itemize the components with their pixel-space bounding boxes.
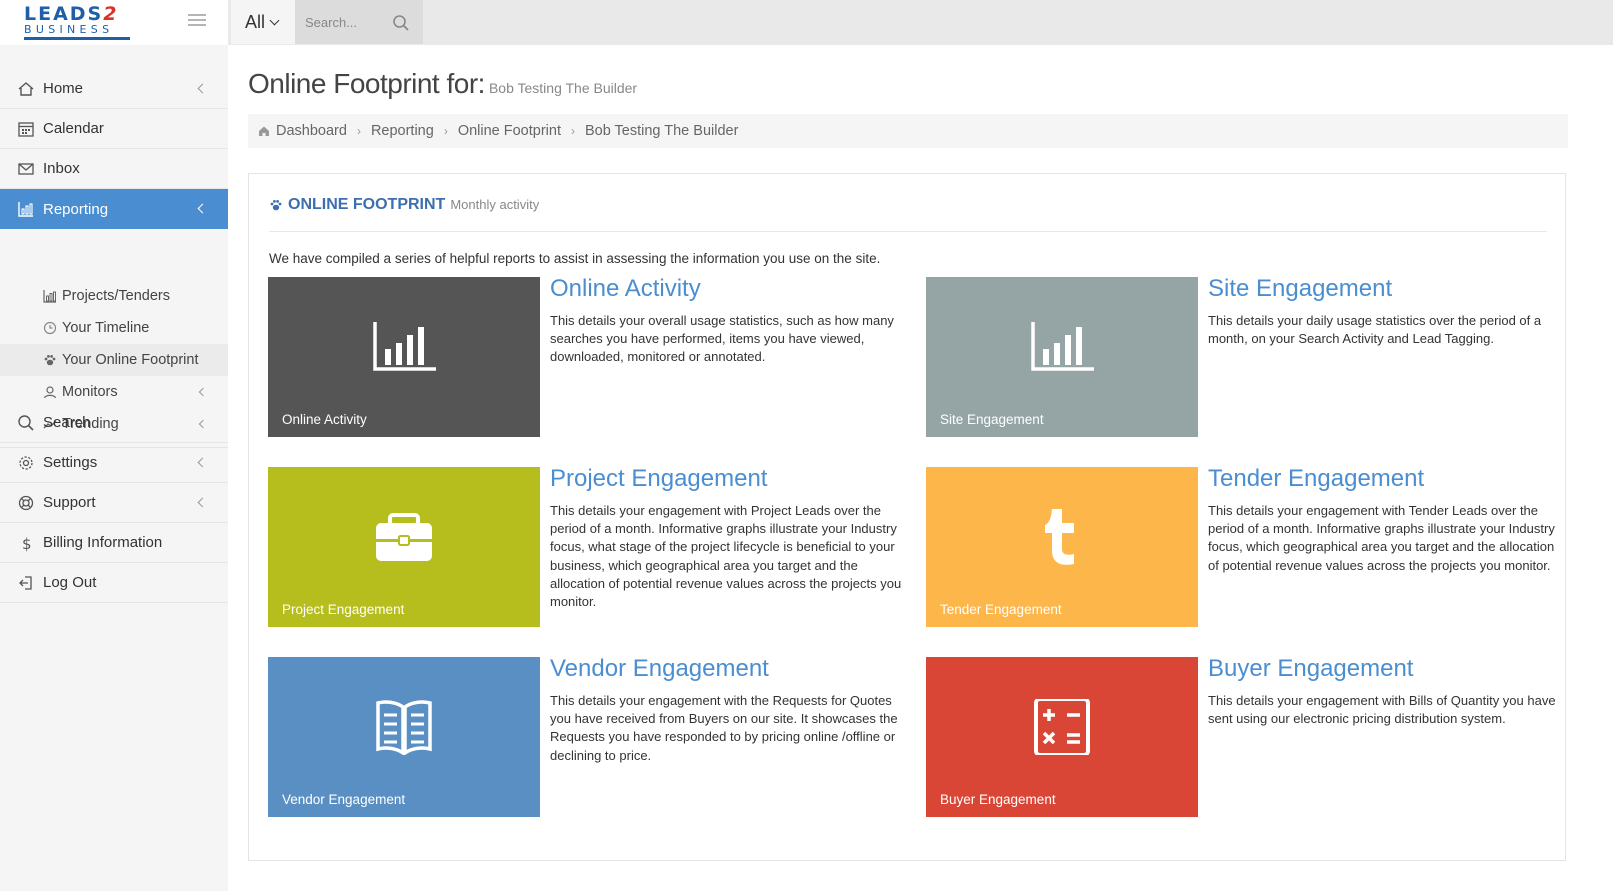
book-icon — [376, 700, 432, 755]
chevron-left-icon — [198, 387, 208, 397]
panel-header: ONLINE FOOTPRINT Monthly activity — [269, 196, 539, 214]
envelope-icon — [18, 162, 34, 175]
card-title-project-engagement[interactable]: Project Engagement — [550, 465, 767, 493]
card-description: This details your daily usage statistics… — [1208, 313, 1542, 347]
tile-label: Vendor Engagement — [282, 792, 406, 807]
bar-chart-icon — [18, 202, 33, 217]
bar-chart-icon — [1031, 322, 1094, 371]
tile-label: Online Activity — [282, 412, 367, 427]
tile-label: Buyer Engagement — [940, 792, 1056, 807]
breadcrumb-separator-icon: › — [356, 124, 361, 138]
sidebar-item-support[interactable]: Support — [0, 483, 228, 523]
breadcrumb-reporting[interactable]: Reporting — [371, 123, 434, 139]
tile-site-engagement[interactable]: Site Engagement — [926, 277, 1198, 437]
card-title-online-activity[interactable]: Online Activity — [550, 275, 701, 303]
top-bar: LEADS2 BUSINESS All — [0, 0, 1613, 45]
search-input[interactable] — [305, 12, 385, 32]
breadcrumb-current: Bob Testing The Builder — [584, 123, 739, 139]
page-subject: Bob Testing The Builder — [488, 80, 638, 96]
card-description: This details your engagement with Bills … — [1208, 693, 1556, 727]
card-title-buyer-engagement[interactable]: Buyer Engagement — [1208, 655, 1413, 683]
breadcrumb-separator-icon: › — [570, 124, 575, 138]
bar-chart-icon — [43, 290, 56, 303]
svg-text:$: $ — [22, 535, 32, 552]
sidebar-subitem-your-online-footprint[interactable]: Your Online Footprint — [0, 344, 228, 376]
chevron-left-icon — [197, 203, 208, 214]
sidebar-subitem-projects-tenders[interactable]: Projects/Tenders — [0, 280, 228, 312]
tile-project-engagement[interactable]: Project Engagement — [268, 467, 540, 627]
sidebar-item-home[interactable]: Home — [0, 69, 228, 109]
chevron-left-icon — [197, 83, 208, 94]
paw-icon — [270, 200, 282, 211]
tile-online-activity[interactable]: Online Activity — [268, 277, 540, 437]
online-footprint-panel: ONLINE FOOTPRINT Monthly activity We hav… — [248, 173, 1566, 861]
search-box — [295, 0, 423, 44]
panel-title: ONLINE FOOTPRINT — [288, 196, 446, 213]
chevron-down-icon — [269, 15, 280, 25]
card-description: This details your engagement with Projec… — [550, 503, 902, 610]
breadcrumb-online-footprint[interactable]: Online Footprint — [458, 123, 561, 139]
tile-label: Tender Engagement — [940, 602, 1062, 617]
sidebar-item-settings[interactable]: Settings — [0, 443, 228, 483]
divider — [269, 231, 1547, 232]
intro-text: We have compiled a series of helpful rep… — [269, 251, 881, 266]
sidebar-item-reporting[interactable]: Reporting — [0, 189, 228, 229]
breadcrumb: Dashboard › Reporting › Online Footprint… — [248, 114, 1568, 148]
briefcase-icon — [376, 513, 432, 561]
search-icon — [18, 414, 34, 431]
chevron-left-icon — [197, 457, 208, 468]
breadcrumb-dashboard[interactable]: Dashboard — [276, 123, 347, 139]
dollar-icon: $ — [22, 535, 32, 552]
tumblr-t-icon — [1045, 509, 1074, 565]
tile-label: Project Engagement — [282, 602, 405, 617]
calculator-icon — [1034, 699, 1090, 755]
card-title-tender-engagement[interactable]: Tender Engagement — [1208, 465, 1424, 493]
home-icon — [18, 81, 34, 96]
panel-subtitle: Monthly activity — [450, 197, 540, 212]
sidebar-item-calendar[interactable]: Calendar — [0, 109, 228, 149]
page-title: Online Footprint for: Bob Testing The Bui… — [248, 68, 638, 99]
card-description: This details your engagement with Tender… — [1208, 503, 1555, 573]
user-icon — [43, 386, 57, 399]
logo-area: LEADS2 BUSINESS — [0, 0, 228, 45]
tile-vendor-engagement[interactable]: Vendor Engagement — [268, 657, 540, 817]
search-icon[interactable] — [392, 14, 410, 32]
menu-toggle-icon[interactable] — [188, 14, 206, 28]
sidebar-item-billing-information[interactable]: $ Billing Information — [0, 523, 228, 563]
card-title-site-engagement[interactable]: Site Engagement — [1208, 275, 1392, 303]
sidebar-item-search[interactable]: Search — [0, 403, 228, 443]
clock-icon — [43, 321, 57, 335]
tile-buyer-engagement[interactable]: Buyer Engagement — [926, 657, 1198, 817]
card-title-vendor-engagement[interactable]: Vendor Engagement — [550, 655, 769, 683]
tile-tender-engagement[interactable]: Tender Engagement — [926, 467, 1198, 627]
tile-label: Site Engagement — [940, 412, 1044, 427]
sidebar-item-inbox[interactable]: Inbox — [0, 149, 228, 189]
paw-icon — [44, 355, 56, 366]
card-description: This details your overall usage statisti… — [550, 313, 894, 365]
lifebuoy-icon — [18, 495, 34, 510]
logout-icon — [19, 575, 32, 590]
sidebar: Home Calendar Inbox Reporting Projects/T… — [0, 45, 228, 891]
gear-icon — [19, 455, 33, 470]
calendar-icon — [18, 121, 34, 137]
leads2business-logo[interactable]: LEADS2 BUSINESS — [24, 4, 130, 42]
search-scope-dropdown[interactable]: All — [231, 0, 295, 44]
sidebar-subitem-your-timeline[interactable]: Your Timeline — [0, 312, 228, 344]
card-description: This details your engagement with the Re… — [550, 693, 898, 763]
sidebar-item-log-out[interactable]: Log Out — [0, 563, 228, 603]
breadcrumb-separator-icon: › — [443, 124, 448, 138]
home-icon — [259, 126, 269, 136]
bar-chart-icon — [373, 322, 436, 371]
chevron-left-icon — [197, 497, 208, 508]
